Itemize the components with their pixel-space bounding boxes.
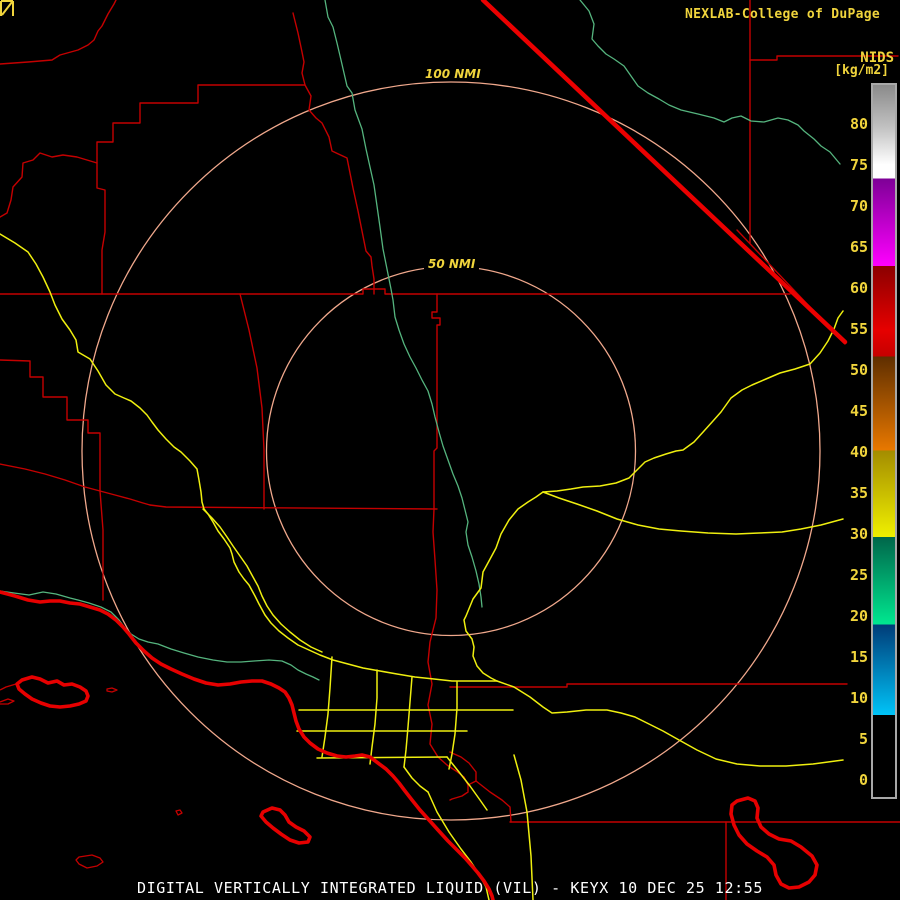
- colorbar-tick-label: 5: [826, 730, 868, 748]
- colorbar-tick-label: 80: [826, 115, 868, 133]
- colorbar-tick-label: 45: [826, 402, 868, 420]
- colorbar-tick-label: 35: [826, 484, 868, 502]
- state-boundary-layer: [483, 0, 845, 342]
- colorbar-gradient: [873, 85, 895, 797]
- colorbar-tick-label: 55: [826, 320, 868, 338]
- colorbar-tick-label: 50: [826, 361, 868, 379]
- product-status-line: DIGITAL VERTICALLY INTEGRATED LIQUID (VI…: [0, 879, 900, 897]
- colorbar-tick-label: 30: [826, 525, 868, 543]
- rivers-layer: [0, 0, 840, 680]
- inner-range-ring-label: 50 NMI: [424, 257, 479, 271]
- colorbar-tick-label: 40: [826, 443, 868, 461]
- radar-display: NEXLAB-College of DuPage NIDS [kg/m2] 10…: [0, 0, 900, 900]
- outer-range-ring-label: 100 NMI: [421, 67, 485, 81]
- colorbar-tick-label: 60: [826, 279, 868, 297]
- roads-layer: [0, 234, 843, 900]
- colorbar-tick-label: 70: [826, 197, 868, 215]
- colorbar-tick-label: 65: [826, 238, 868, 256]
- range-ring-50nmi: [267, 267, 636, 636]
- colorbar-tick-label: 75: [826, 156, 868, 174]
- colorbar: [871, 83, 897, 799]
- radar-map: [0, 0, 900, 900]
- colorbar-labels: 80757065605550454035302520151050: [826, 0, 868, 900]
- colorbar-tick-label: 10: [826, 689, 868, 707]
- small-islands-layer: [0, 684, 182, 868]
- coastline-layer: [0, 592, 817, 900]
- colorbar-tick-label: 0: [826, 771, 868, 789]
- colorbar-tick-label: 25: [826, 566, 868, 584]
- colorbar-tick-label: 15: [826, 648, 868, 666]
- colorbar-tick-label: 20: [826, 607, 868, 625]
- cod-flag-logo-icon: [0, 0, 14, 17]
